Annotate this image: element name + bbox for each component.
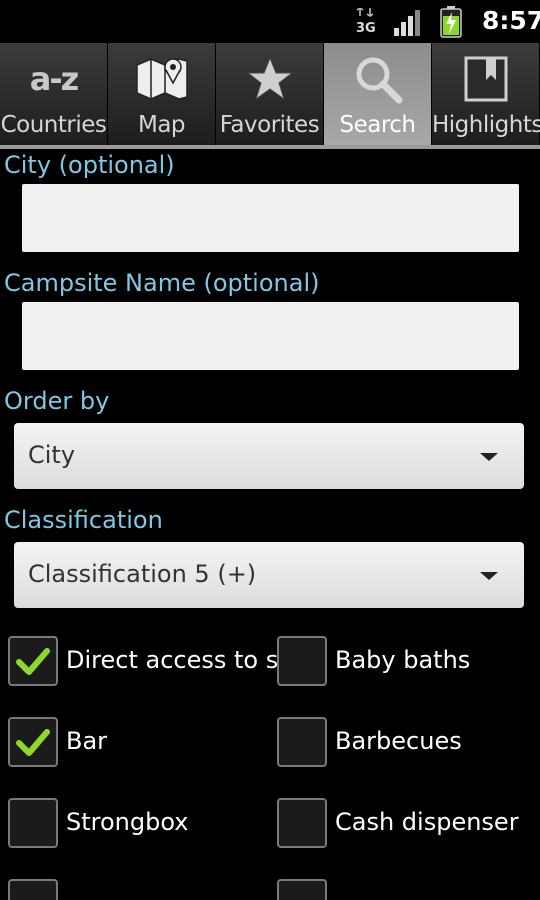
dropdown-arrow-icon [480, 453, 498, 461]
status-bar: 3G 8:57 [0, 0, 540, 43]
dropdown-arrow-icon [480, 572, 498, 580]
signal-strength-icon [394, 10, 420, 36]
tab-label: Highlights [432, 112, 540, 138]
checkbox-box [277, 717, 327, 767]
star-icon [216, 55, 323, 103]
campsite-name-input[interactable] [22, 302, 519, 370]
checkbox-label: Baby baths [335, 646, 471, 674]
tab-countries[interactable]: a-z Countries [0, 43, 108, 145]
tab-bar: a-z Countries Map Favorites Search Highl… [0, 43, 540, 149]
checkbox-box [277, 798, 327, 848]
campsite-name-label: Campsite Name (optional) [4, 269, 320, 297]
city-label: City (optional) [4, 151, 175, 179]
svg-text:3G: 3G [356, 21, 376, 36]
checkbox-box [8, 879, 58, 900]
checkbox-label: Barbecues [335, 727, 462, 755]
tab-label: Countries [0, 112, 107, 138]
tab-label: Favorites [219, 112, 320, 138]
battery-charging-icon [440, 6, 462, 38]
checkmark-icon [16, 648, 50, 675]
network-3g-icon: 3G [356, 8, 376, 36]
city-input[interactable] [22, 184, 519, 252]
map-icon [108, 55, 215, 103]
az-icon: a-z [29, 60, 79, 98]
search-icon [324, 55, 431, 104]
status-clock: 8:57 [482, 6, 540, 35]
order-by-value: City [28, 441, 76, 469]
classification-select[interactable]: Classification 5 (+) [14, 542, 524, 608]
classification-label: Classification [4, 506, 163, 534]
order-by-label: Order by [4, 387, 110, 415]
order-by-select[interactable]: City [14, 423, 524, 489]
bookmark-icon [432, 55, 539, 103]
tab-map[interactable]: Map [108, 43, 216, 145]
checkbox-box [277, 636, 327, 686]
checkbox-label: Cash dispenser [335, 808, 519, 836]
tab-label: Map [137, 112, 186, 138]
checkbox-label: Bar [66, 727, 108, 755]
checkbox-box [8, 798, 58, 848]
tab-highlights[interactable]: Highlights [432, 43, 540, 145]
checkbox-box [277, 879, 327, 900]
tab-favorites[interactable]: Favorites [216, 43, 324, 145]
checkbox-label: Direct access to sea [66, 646, 308, 674]
classification-value: Classification 5 (+) [28, 560, 257, 588]
checkmark-icon [16, 729, 50, 756]
tab-label: Search [339, 112, 416, 138]
checkbox-label: Strongbox [66, 808, 189, 836]
tab-search[interactable]: Search [324, 43, 432, 145]
